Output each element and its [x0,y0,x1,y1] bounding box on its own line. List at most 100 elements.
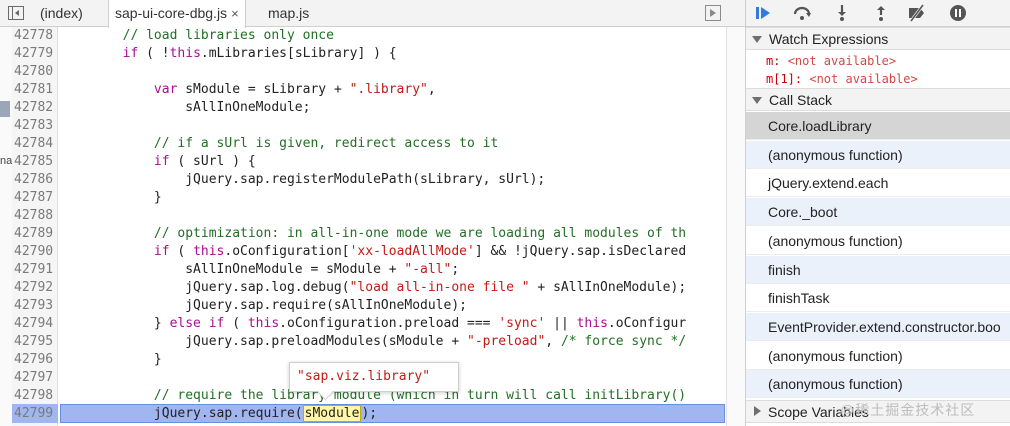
call-stack-frame[interactable]: finishTask [746,284,1010,312]
code-token: if [153,244,170,259]
code-line: // if a sUrl is given, redirect access t… [60,135,498,153]
step-out-icon[interactable] [870,3,892,23]
step-over-icon[interactable] [791,3,813,23]
deactivate-breakpoints-icon[interactable] [906,3,928,23]
line-number[interactable]: 42782 [12,99,53,117]
watermark: @稀土掘金技术社区 [840,402,976,418]
tab-map-js[interactable]: map.js [262,0,315,27]
code-line: jQuery.sap.registerModulePath(sLibrary, … [60,171,545,189]
debugger-toolbar [746,0,1010,27]
call-stack-frame[interactable]: (anonymous function) [746,227,1010,255]
tab-index[interactable]: (index) [34,0,89,27]
step-into-icon[interactable] [831,3,853,23]
call-stack-frame[interactable]: (anonymous function) [746,342,1010,370]
code-line: } [60,189,162,207]
line-number[interactable]: 42786 [12,171,53,189]
line-number[interactable]: 42784 [12,135,53,153]
line-number[interactable]: 42797 [12,369,53,387]
tab-sap-ui-core-dbg[interactable]: sap-ui-core-dbg.js × [108,0,246,28]
code-line: var sModule = sLibrary + ".library", [60,81,436,99]
call-stack-frame[interactable]: Core._boot [746,198,1010,226]
line-number[interactable]: 42788 [12,207,53,225]
code-token: if [153,154,170,169]
line-number[interactable]: 42781 [12,81,53,99]
code-token: "-all" [404,262,452,277]
code-token: ( ! [138,46,170,61]
call-stack-header[interactable]: Call Stack [746,88,1010,111]
watch-expression-name: m[1] [766,72,795,86]
line-number[interactable]: 42794 [12,315,53,333]
watch-expressions-header[interactable]: Watch Expressions [746,27,1010,50]
code-token: ); [361,406,378,421]
code-token: // optimization: in all-in-one mode we a… [153,226,687,241]
hovered-variable-token[interactable]: sModule [302,405,362,422]
line-number[interactable]: 42779 [12,45,53,63]
line-number[interactable]: 42795 [12,333,53,351]
code-token: jQuery.sap.preloadModules(sModule + [60,334,467,349]
code-token: /* force sync */ [560,334,687,349]
editor-tab-bar: (index) sap-ui-core-dbg.js × map.js [0,0,745,28]
code-line: if ( this.oConfiguration['xx-loadAllMode… [60,243,686,261]
code-line: sAllInOneModule; [60,99,310,117]
toggle-debugger-sidebar-icon[interactable] [705,5,721,21]
pause-on-exceptions-icon[interactable] [947,3,969,23]
code-line: if ( !this.mLibraries[sLibrary] ) { [60,45,397,63]
collapsed-triangle-icon [754,406,761,416]
code-token: 'xx-loadAllMode' [349,244,475,259]
code-token: // load libraries only once [122,28,334,43]
code-token: jQuery.sap.log.debug( [60,280,350,295]
code-token: .oConfiguration.preload === [279,316,499,331]
code-token: sAllInOneModule = sModule + [60,262,405,277]
watch-expression-value: <not available> [787,54,897,68]
code-token: jQuery.sap.require(sAllInOneModule); [60,298,467,313]
line-number[interactable]: 42783 [12,117,53,135]
resume-icon[interactable] [752,3,774,23]
code-line: jQuery.sap.require(sAllInOneModule); [60,297,467,315]
line-number[interactable]: 42778 [12,27,53,45]
line-number[interactable]: 42792 [12,279,53,297]
code-token: ( [224,316,248,331]
code-line: if ( sUrl ) { [60,153,256,171]
call-stack-frame[interactable]: jQuery.extend.each [746,169,1010,197]
code-line: } else if ( this.oConfiguration.preload … [60,315,686,333]
line-number[interactable]: 42799 [12,405,53,423]
code-token: this [576,316,608,331]
call-stack-frame[interactable]: finish [746,256,1010,284]
call-stack-frame[interactable]: (anonymous function) [746,370,1010,398]
line-number[interactable]: 42790 [12,243,53,261]
line-number[interactable]: 42780 [12,63,53,81]
code-line: } [60,351,162,369]
line-number[interactable]: 42791 [12,261,53,279]
code-line: sAllInOneModule = sModule + "-all"; [60,261,459,279]
line-number[interactable]: 42785 [12,153,53,171]
close-icon[interactable]: × [231,6,239,21]
code-token: var [153,82,178,97]
code-token: .oConfiguration[ [224,244,350,259]
call-stack-title: Call Stack [769,92,833,108]
line-number[interactable]: 42798 [12,387,53,405]
watch-expression-item[interactable]: m[1]: <not available> [766,71,918,87]
line-number[interactable]: 42787 [12,189,53,207]
code-token: } [60,190,162,205]
call-stack-frame[interactable]: (anonymous function) [746,141,1010,169]
call-stack-frame[interactable]: Core.loadLibrary [746,112,1010,140]
watch-expressions-title: Watch Expressions [769,31,889,47]
expanded-triangle-icon [752,97,762,104]
editor-vertical-scrollbar[interactable] [726,27,745,426]
code-token: ( [169,244,194,259]
line-number[interactable]: 42789 [12,225,53,243]
line-number[interactable]: 42796 [12,351,53,369]
line-number[interactable]: 42793 [12,297,53,315]
source-editor-panel: (index) sap-ui-core-dbg.js × map.js na 42… [0,0,745,426]
watch-expression-item[interactable]: m: <not available> [766,53,896,69]
call-stack-frame[interactable]: EventProvider.extend.constructor.boo [746,313,1010,341]
code-token: .mLibraries[sLibrary] ) { [200,46,397,61]
toggle-navigator-icon[interactable] [8,6,24,20]
code-token: 'sync' [498,316,546,331]
